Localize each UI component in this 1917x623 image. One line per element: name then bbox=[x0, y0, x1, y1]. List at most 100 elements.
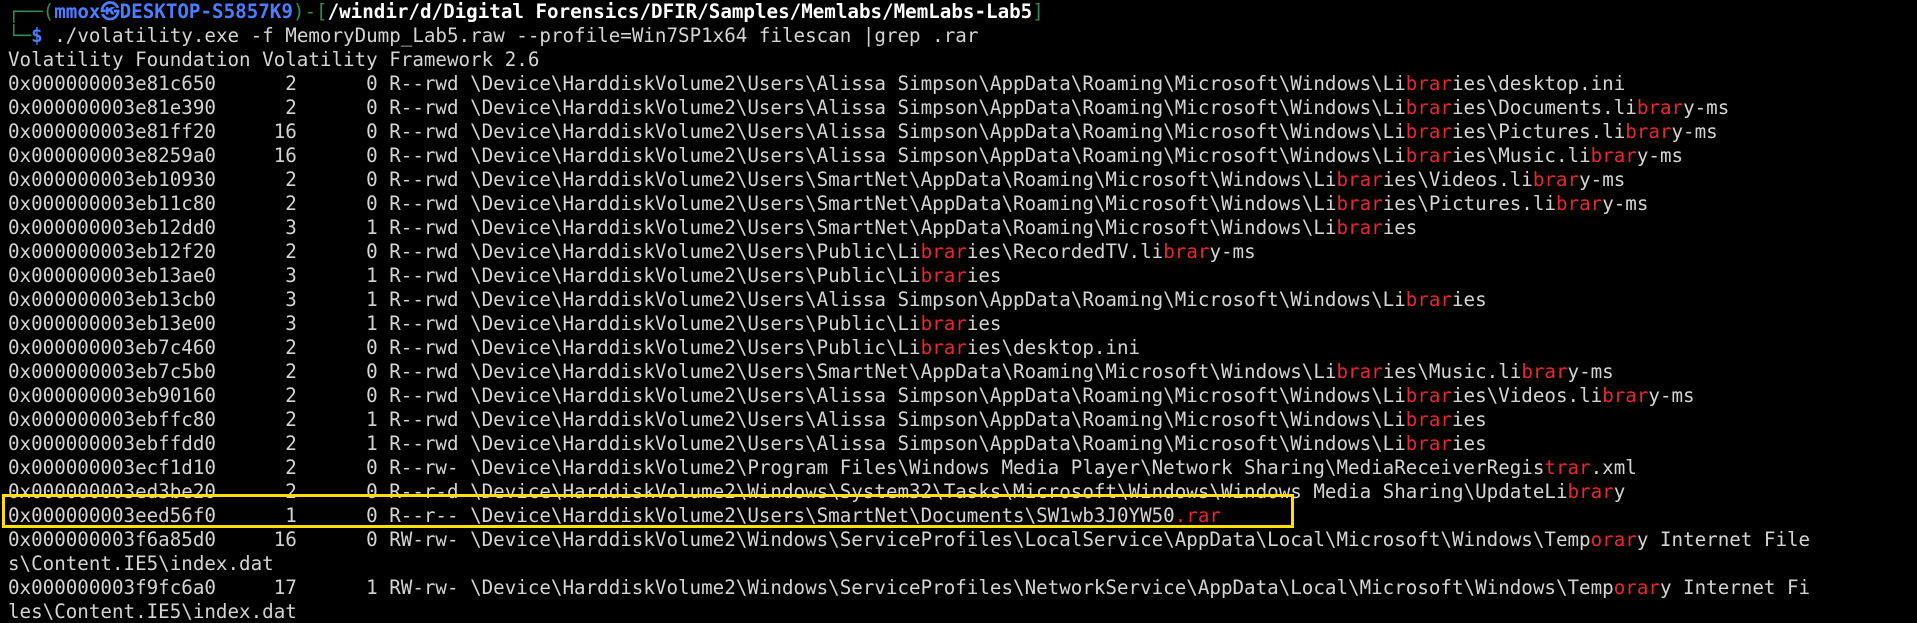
line-text: ies bbox=[1452, 432, 1487, 455]
line-text: ies bbox=[1452, 288, 1487, 311]
line-text: y-ms bbox=[1579, 168, 1626, 191]
grep-match: brar bbox=[1336, 216, 1383, 239]
filescan-output: 0x000000003e81c650 2 0 R--rwd \Device\Ha… bbox=[0, 72, 1917, 623]
line-text: 0x000000003eb13ae0 3 1 R--rwd \Device\Ha… bbox=[8, 264, 921, 287]
grep-match: brar bbox=[1163, 240, 1210, 263]
line-text: ies bbox=[1382, 216, 1418, 239]
output-line: 0x000000003f9fc6a0 17 1 RW-rw- \Device\H… bbox=[0, 576, 1917, 600]
line-text: ies\Pictures.li bbox=[1452, 120, 1626, 143]
line-text: y Internet File bbox=[1636, 528, 1811, 551]
output-line: 0x000000003eb13ae0 3 1 R--rwd \Device\Ha… bbox=[0, 264, 1917, 288]
grep-match: brar bbox=[1405, 288, 1452, 311]
prompt-at-icon: ㉿ bbox=[100, 0, 120, 23]
line-text: 0x000000003eb10930 2 0 R--rwd \Device\Ha… bbox=[8, 168, 1337, 191]
line-text: 0x000000003f9fc6a0 17 1 RW-rw- \Device\H… bbox=[8, 576, 1614, 599]
grep-match: brar bbox=[1602, 384, 1649, 407]
prompt-corner-bottom: └─ bbox=[8, 24, 32, 47]
line-text: y-ms bbox=[1671, 120, 1718, 143]
prompt-dollar: $ bbox=[31, 24, 43, 47]
output-line: 0x000000003eb7c460 2 0 R--rwd \Device\Ha… bbox=[0, 336, 1917, 360]
output-line: 0x000000003eb10930 2 0 R--rwd \Device\Ha… bbox=[0, 168, 1917, 192]
line-text: ies\Documents.li bbox=[1452, 96, 1637, 119]
terminal-window[interactable]: ┌──(mmox㉿DESKTOP-S5857K9)-[/windir/d/Dig… bbox=[0, 0, 1917, 623]
line-text: ies\Videos.li bbox=[1452, 384, 1603, 407]
line-text: 0x000000003e81c650 2 0 R--rwd \Device\Ha… bbox=[8, 72, 1406, 95]
line-text: ies bbox=[1452, 408, 1487, 431]
line-text: ies\Pictures.li bbox=[1382, 192, 1556, 215]
prompt-host: DESKTOP-S5857K9 bbox=[119, 0, 293, 23]
line-text: y-ms bbox=[1636, 144, 1684, 167]
line-text: y-ms bbox=[1209, 240, 1256, 263]
line-text: 0x000000003eb11c80 2 0 R--rwd \Device\Ha… bbox=[8, 192, 1337, 215]
line-text: ies bbox=[966, 264, 1002, 287]
line-text: 0x000000003eb13cb0 3 1 R--rwd \Device\Ha… bbox=[8, 288, 1406, 311]
output-line: 0x000000003ecf1d10 2 0 R--rw- \Device\Ha… bbox=[0, 456, 1917, 480]
grep-match: brar bbox=[1590, 144, 1637, 167]
line-text: ies\Music.li bbox=[1382, 360, 1522, 383]
line-text: ies\RecordedTV.li bbox=[966, 240, 1164, 263]
line-text: 0x000000003eed56f0 1 0 R--r-- \Device\Ha… bbox=[8, 504, 1175, 527]
line-text: 0x000000003eb13e00 3 1 R--rwd \Device\Ha… bbox=[8, 312, 921, 335]
output-line: les\Content.IE5\index.dat bbox=[0, 600, 1917, 623]
grep-match: brar bbox=[1405, 432, 1452, 455]
grep-match: orar bbox=[1590, 528, 1637, 551]
grep-match: brar bbox=[1636, 96, 1684, 119]
line-text: 0x000000003eb90160 2 0 R--rwd \Device\Ha… bbox=[8, 384, 1406, 407]
line-text: 0x000000003eb12f20 2 0 R--rwd \Device\Ha… bbox=[8, 240, 921, 263]
grep-match: brar bbox=[1532, 168, 1580, 191]
grep-match: brar bbox=[1336, 360, 1383, 383]
grep-match: orar bbox=[1613, 576, 1660, 599]
grep-match: brar bbox=[920, 240, 967, 263]
output-line: 0x000000003eb7c5b0 2 0 R--rwd \Device\Ha… bbox=[0, 360, 1917, 384]
output-line: 0x000000003ed3be20 2 0 R--r-d \Device\Ha… bbox=[0, 480, 1917, 504]
grep-match: brar bbox=[1405, 408, 1452, 431]
volatility-banner: Volatility Foundation Volatility Framewo… bbox=[8, 48, 540, 71]
line-text: 0x000000003ecf1d10 2 0 R--rw- \Device\Ha… bbox=[8, 456, 1545, 479]
prompt-corner-top: ┌──( bbox=[8, 0, 55, 23]
grep-match: brar bbox=[1336, 192, 1383, 215]
grep-match: brar bbox=[1405, 384, 1452, 407]
output-line: 0x000000003eb12dd0 3 1 R--rwd \Device\Ha… bbox=[0, 216, 1917, 240]
line-text: 0x000000003f6a85d0 16 0 RW-rw- \Device\H… bbox=[8, 528, 1591, 551]
grep-match: brar bbox=[1336, 168, 1383, 191]
line-text: 0x000000003eb12dd0 3 1 R--rwd \Device\Ha… bbox=[8, 216, 1337, 239]
grep-match: brar bbox=[1405, 96, 1452, 119]
grep-match: brar bbox=[920, 264, 967, 287]
line-text: .xml bbox=[1590, 456, 1637, 479]
output-line: 0x000000003ebffdd0 2 1 R--rwd \Device\Ha… bbox=[0, 432, 1917, 456]
line-text: 0x000000003ed3be20 2 0 R--r-d \Device\Ha… bbox=[8, 480, 1568, 503]
grep-match: .rar bbox=[1174, 504, 1221, 527]
line-text: ies bbox=[966, 312, 1002, 335]
line-text: ies\desktop.ini bbox=[1452, 72, 1626, 95]
output-line: 0x000000003eb12f20 2 0 R--rwd \Device\Ha… bbox=[0, 240, 1917, 264]
grep-match: brar bbox=[1405, 72, 1452, 95]
grep-match: brar bbox=[920, 336, 967, 359]
line-text: y-ms bbox=[1683, 96, 1730, 119]
output-line: 0x000000003ebffc80 2 1 R--rwd \Device\Ha… bbox=[0, 408, 1917, 432]
output-line: 0x000000003e81ff20 16 0 R--rwd \Device\H… bbox=[0, 120, 1917, 144]
command-text[interactable]: ./volatility.exe -f MemoryDump_Lab5.raw … bbox=[43, 24, 978, 47]
output-line: s\Content.IE5\index.dat bbox=[0, 552, 1917, 576]
line-text: s\Content.IE5\index.dat bbox=[8, 552, 274, 575]
line-text: 0x000000003eb7c5b0 2 0 R--rwd \Device\Ha… bbox=[8, 360, 1337, 383]
prompt-line-2[interactable]: └─$ ./volatility.exe -f MemoryDump_Lab5.… bbox=[0, 24, 1917, 48]
line-text: les\Content.IE5\index.dat bbox=[8, 600, 297, 623]
prompt-path: /windir/d/Digital Forensics/DFIR/Samples… bbox=[327, 0, 1033, 23]
line-text: 0x000000003e8259a0 16 0 R--rwd \Device\H… bbox=[8, 144, 1406, 167]
output-line: 0x000000003e8259a0 16 0 R--rwd \Device\H… bbox=[0, 144, 1917, 168]
line-text: 0x000000003e81e390 2 0 R--rwd \Device\Ha… bbox=[8, 96, 1406, 119]
line-text: 0x000000003eb7c460 2 0 R--rwd \Device\Ha… bbox=[8, 336, 921, 359]
grep-match: brar bbox=[1567, 480, 1614, 503]
grep-match: trar bbox=[1544, 456, 1591, 479]
output-line: 0x000000003e81e390 2 0 R--rwd \Device\Ha… bbox=[0, 96, 1917, 120]
output-line: 0x000000003eed56f0 1 0 R--r-- \Device\Ha… bbox=[0, 504, 1917, 528]
line-text: y Internet Fi bbox=[1659, 576, 1811, 599]
prompt-separator: )-[ bbox=[292, 0, 328, 23]
grep-match: brar bbox=[1521, 360, 1568, 383]
grep-match: brar bbox=[1405, 144, 1452, 167]
line-text: 0x000000003e81ff20 16 0 R--rwd \Device\H… bbox=[8, 120, 1406, 143]
grep-match: brar bbox=[920, 312, 967, 335]
line-text: ies\desktop.ini bbox=[966, 336, 1141, 359]
output-line: 0x000000003eb11c80 2 0 R--rwd \Device\Ha… bbox=[0, 192, 1917, 216]
output-line: 0x000000003f6a85d0 16 0 RW-rw- \Device\H… bbox=[0, 528, 1917, 552]
